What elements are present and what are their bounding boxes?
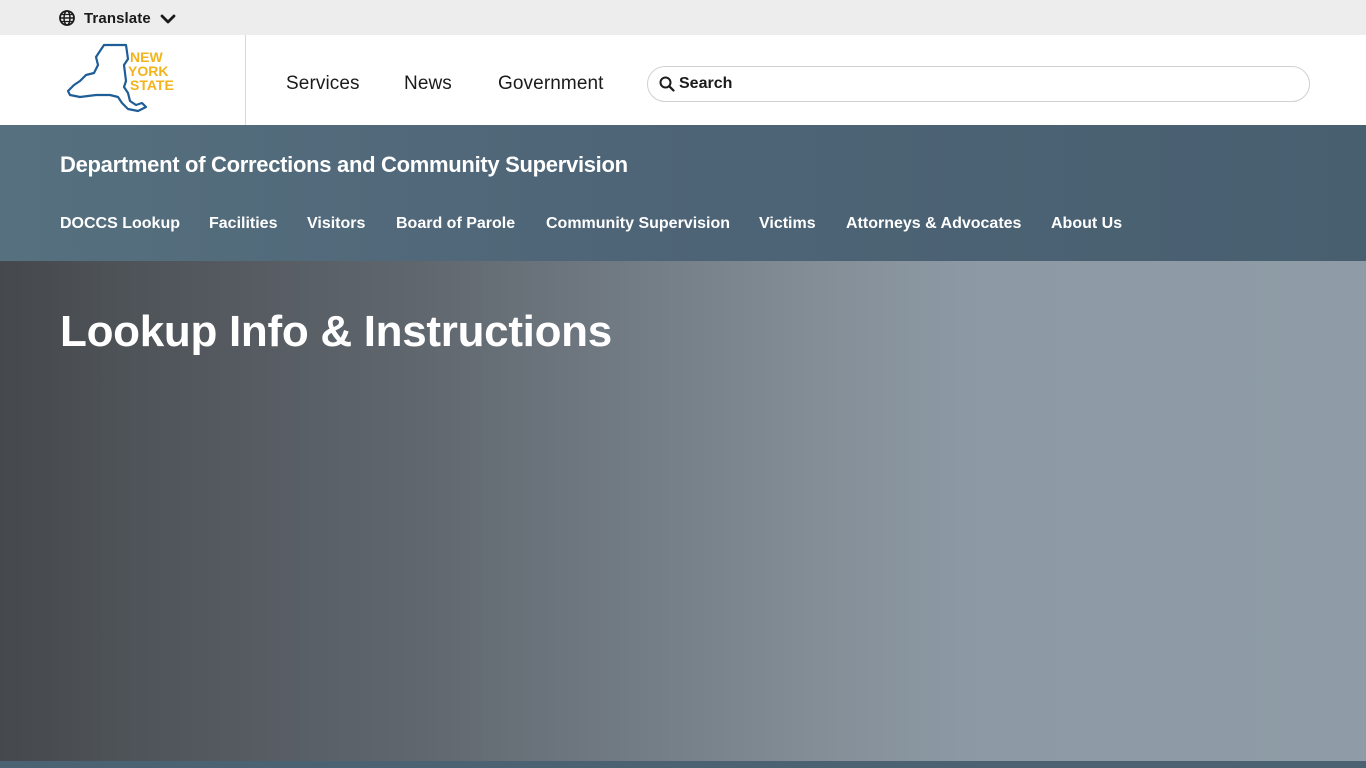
agency-nav-about-us[interactable]: About Us [1051,215,1122,233]
agency-title[interactable]: Department of Corrections and Community … [60,152,628,178]
translate-bar: Translate [0,0,1366,35]
nys-logo[interactable]: NEW YORK STATE [66,43,180,113]
global-nav-news[interactable]: News [404,73,452,95]
agency-header: Department of Corrections and Community … [0,125,1366,261]
translate-label: Translate [84,9,151,27]
globe-icon [59,10,75,26]
search-icon[interactable] [659,76,675,92]
header-divider [245,35,246,125]
global-header: NEW YORK STATE Services News Government [0,35,1366,125]
logo-line-state: STATE [130,77,174,93]
agency-nav-board-of-parole[interactable]: Board of Parole [396,215,515,233]
global-nav-services[interactable]: Services [286,73,360,95]
search-input[interactable] [679,75,1279,93]
agency-nav-visitors[interactable]: Visitors [307,215,365,233]
agency-nav-victims[interactable]: Victims [759,215,816,233]
search-box [647,66,1310,102]
hero-banner: Lookup Info & Instructions [0,261,1366,761]
page-title: Lookup Info & Instructions [60,307,612,356]
agency-nav-attorneys-advocates[interactable]: Attorneys & Advocates [846,215,1021,233]
chevron-down-icon [160,12,176,24]
content-divider [0,761,1366,768]
agency-nav-doccs-lookup[interactable]: DOCCS Lookup [60,215,180,233]
translate-button[interactable]: Translate [59,8,176,28]
global-nav-government[interactable]: Government [498,73,604,95]
agency-nav-facilities[interactable]: Facilities [209,215,277,233]
agency-nav-community-supervision[interactable]: Community Supervision [546,215,730,233]
